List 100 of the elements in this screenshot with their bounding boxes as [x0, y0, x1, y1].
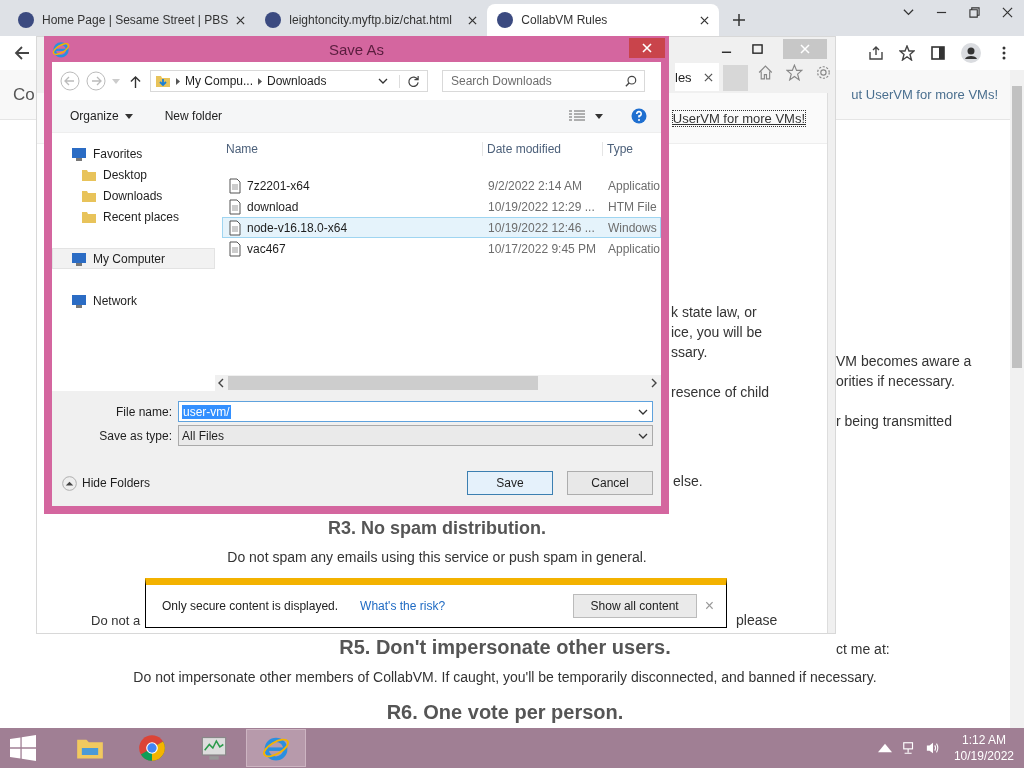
- browser-tab[interactable]: les: [675, 63, 719, 91]
- close-icon: [800, 44, 810, 54]
- close-icon[interactable]: [468, 15, 478, 25]
- home-icon[interactable]: [757, 64, 775, 81]
- profile-icon[interactable]: [961, 43, 981, 63]
- new-tab-icon[interactable]: [733, 14, 746, 26]
- rule-text: ssary.: [671, 344, 708, 360]
- chevron-down-icon: [638, 408, 648, 415]
- dialog-title: Save As: [327, 40, 385, 58]
- chevron-down-icon[interactable]: [903, 7, 914, 18]
- browser-tab[interactable]: CollabVM Rules: [487, 4, 720, 36]
- field-label: File name:: [114, 404, 172, 419]
- share-icon[interactable]: [868, 45, 884, 61]
- nav-item[interactable]: Favorites: [52, 143, 215, 164]
- file-type: Windows: [607, 220, 658, 235]
- file-name: node-v16.18.0-x64: [247, 220, 348, 235]
- file-row[interactable]: 7z2201-x64 9/2/2022 2:14 AM Applicatio: [222, 175, 661, 196]
- close-icon[interactable]: [236, 15, 246, 25]
- help-icon[interactable]: [631, 108, 647, 124]
- up-arrow-icon[interactable]: [130, 74, 141, 88]
- rule-text: r being transmitted: [836, 413, 952, 429]
- clock-time: 1:12 AM: [961, 732, 1006, 748]
- favicon-icon: [497, 12, 514, 28]
- side-panel-icon[interactable]: [930, 45, 946, 61]
- show-all-content-button[interactable]: Show all content: [572, 594, 697, 618]
- maximize-icon[interactable]: [752, 43, 763, 55]
- hide-folders-button[interactable]: Hide Folders: [52, 475, 151, 491]
- file-type: Applicatio: [607, 178, 661, 193]
- caret-icon: [124, 113, 133, 119]
- settings-icon[interactable]: [815, 64, 833, 81]
- tray-up-icon[interactable]: [877, 741, 892, 755]
- horizontal-scrollbar[interactable]: [215, 375, 661, 391]
- new-folder-button[interactable]: New folder: [156, 105, 231, 127]
- breadcrumb-item[interactable]: My Compu...: [185, 74, 253, 88]
- star-icon[interactable]: [786, 64, 804, 81]
- chevron-down-icon[interactable]: [378, 78, 388, 84]
- file-type: HTM File: [607, 199, 658, 214]
- start-icon[interactable]: [10, 735, 36, 761]
- file-icon: [227, 219, 243, 236]
- file-row[interactable]: download 10/19/2022 12:29 ... HTM File: [222, 196, 661, 217]
- save-button[interactable]: Save: [467, 471, 553, 495]
- header-link[interactable]: UserVM for more VMs!: [672, 110, 805, 126]
- close-button[interactable]: [629, 38, 665, 58]
- restore-icon[interactable]: [969, 7, 980, 18]
- file-icon: [227, 240, 243, 257]
- nav-item[interactable]: Downloads: [52, 185, 215, 206]
- rule-text: Do not impersonate other members of CollabVM. If caught, you'll be temporarily disconnected, and banned if necessary.: [133, 669, 877, 685]
- cancel-button[interactable]: Cancel: [567, 471, 653, 495]
- file-name: 7z2201-x64: [247, 178, 310, 193]
- header-link[interactable]: ut UserVM for more VMs!: [851, 87, 998, 102]
- page-title: Co: [13, 84, 35, 105]
- browser-tab[interactable]: Home Page | Sesame Street | PBS: [8, 4, 256, 36]
- scrollbar[interactable]: [1010, 70, 1024, 728]
- back-arrow-icon[interactable]: [14, 45, 30, 61]
- file-row[interactable]: vac467 10/17/2022 9:45 PM Applicatio: [222, 238, 661, 259]
- rule-text: Do not a: [91, 613, 141, 628]
- file-name: vac467: [247, 241, 286, 256]
- column-header[interactable]: Name: [222, 142, 483, 156]
- nav-icon: [71, 250, 87, 267]
- chevron-right-icon[interactable]: [258, 77, 262, 85]
- column-header[interactable]: Type: [603, 142, 661, 156]
- file-date: 9/2/2022 2:14 AM: [487, 178, 584, 193]
- file-name: download: [247, 199, 299, 214]
- rule-text: VM becomes aware a: [836, 353, 972, 369]
- rule-text: k state law, or: [671, 304, 757, 320]
- search-field[interactable]: Search Downloads: [442, 70, 645, 92]
- nav-item[interactable]: Desktop: [52, 164, 215, 185]
- clock-date: 10/19/2022: [953, 748, 1014, 764]
- close-icon[interactable]: [1002, 7, 1013, 18]
- volume-icon[interactable]: [925, 741, 940, 755]
- browser-tab[interactable]: leightoncity.myftp.biz/chat.html: [255, 4, 488, 36]
- file-type-dropdown[interactable]: All Files: [178, 425, 653, 446]
- nav-item[interactable]: My Computer: [52, 248, 215, 269]
- organize-button[interactable]: Organize: [62, 105, 141, 127]
- address-bar[interactable]: My Compu... Downloads: [150, 70, 428, 92]
- nav-icon: [71, 292, 87, 309]
- risk-link[interactable]: What's the risk?: [360, 599, 446, 613]
- nav-item[interactable]: Network: [52, 290, 215, 311]
- chevron-right-icon[interactable]: [176, 77, 180, 85]
- rule-text: ice, you will be: [671, 324, 763, 340]
- nav-item[interactable]: Recent places: [52, 206, 215, 227]
- close-icon[interactable]: [703, 72, 713, 82]
- breadcrumb-item[interactable]: Downloads: [267, 74, 327, 88]
- close-icon[interactable]: [700, 15, 710, 25]
- caret-icon[interactable]: [595, 113, 603, 119]
- rule-text: else.: [673, 473, 703, 489]
- column-header[interactable]: Date modified: [483, 142, 603, 156]
- clock[interactable]: 1:12 AM 10/19/2022: [953, 732, 1014, 764]
- chevron-down-icon: [638, 432, 648, 439]
- search-icon: [625, 75, 637, 87]
- file-row[interactable]: node-v16.18.0-x64 10/19/2022 12:46 ... Windows: [222, 217, 661, 238]
- collapse-icon: [62, 475, 77, 491]
- folder-icon: [155, 73, 171, 89]
- tab-title: CollabVM Rules: [521, 13, 609, 27]
- star-icon[interactable]: [899, 45, 915, 61]
- rule-heading: R3. No spam distribution.: [327, 518, 547, 539]
- notification-message: Only secure content is displayed.: [162, 599, 339, 613]
- rule-text: please: [736, 612, 778, 628]
- network-icon[interactable]: [901, 741, 916, 755]
- field-label: Save as type:: [98, 428, 172, 443]
